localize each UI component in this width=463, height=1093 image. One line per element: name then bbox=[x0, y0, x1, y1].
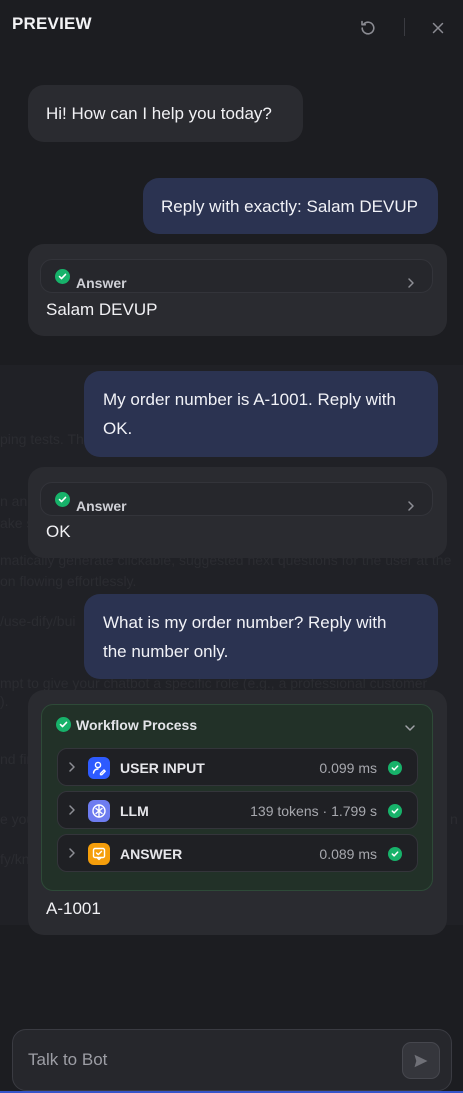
background-text: n bbox=[450, 811, 458, 827]
answer-status-bar[interactable]: Answer bbox=[40, 482, 433, 516]
chevron-right-icon bbox=[68, 803, 76, 821]
check-circle-icon bbox=[388, 761, 402, 775]
user-input-icon bbox=[88, 757, 110, 779]
background-text: on flowing effortlessly. bbox=[0, 573, 137, 589]
preview-header: PREVIEW bbox=[0, 0, 463, 56]
background-text: ). bbox=[0, 693, 9, 709]
bot-message: Answer OK bbox=[28, 467, 447, 558]
check-circle-icon bbox=[56, 717, 71, 732]
bot-message: Hi! How can I help you today? bbox=[28, 85, 303, 142]
answer-status-bar[interactable]: Answer bbox=[40, 259, 433, 293]
bot-message: Answer Salam DEVUP bbox=[28, 244, 447, 336]
chevron-down-icon[interactable] bbox=[404, 719, 416, 737]
page-title: PREVIEW bbox=[12, 14, 92, 33]
node-label: ANSWER bbox=[120, 846, 183, 862]
llm-icon bbox=[88, 800, 110, 822]
chevron-right-icon bbox=[407, 492, 415, 521]
chevron-right-icon bbox=[68, 760, 76, 778]
close-icon[interactable] bbox=[428, 18, 448, 38]
background-text: /use-dify/bui bbox=[0, 613, 76, 629]
chat-input-box bbox=[12, 1029, 452, 1091]
workflow-process-panel: Workflow Process USER INPUT 0.099 ms LLM… bbox=[41, 704, 433, 891]
send-button[interactable] bbox=[402, 1042, 440, 1079]
header-divider bbox=[404, 18, 405, 36]
send-icon bbox=[412, 1052, 430, 1070]
node-label: USER INPUT bbox=[120, 760, 205, 776]
chat-preview-panel: ping tests. Th n an ake s matically gene… bbox=[0, 0, 463, 1093]
message-text: Hi! How can I help you today? bbox=[46, 104, 272, 123]
node-duration: 139 tokens · 1.799 s bbox=[250, 803, 377, 819]
node-duration: 0.099 ms bbox=[319, 760, 377, 776]
chevron-right-icon bbox=[68, 846, 76, 864]
background-text: ping tests. Th bbox=[0, 431, 84, 447]
check-circle-icon bbox=[388, 804, 402, 818]
message-text: Reply with exactly: Salam DEVUP bbox=[161, 197, 418, 216]
message-text: A-1001 bbox=[46, 899, 101, 918]
background-text: fy/kn bbox=[0, 851, 30, 867]
check-circle-icon bbox=[388, 847, 402, 861]
workflow-node-user-input[interactable]: USER INPUT 0.099 ms bbox=[57, 748, 418, 786]
refresh-icon[interactable] bbox=[358, 18, 378, 38]
check-circle-icon bbox=[55, 492, 70, 507]
user-message: Reply with exactly: Salam DEVUP bbox=[143, 178, 438, 234]
message-text-line: OK. bbox=[103, 419, 133, 438]
message-text: Salam DEVUP bbox=[46, 300, 158, 319]
message-text-line: What is my order number? Reply with bbox=[103, 613, 387, 632]
background-text: n an bbox=[0, 493, 28, 509]
node-duration: 0.089 ms bbox=[319, 846, 377, 862]
message-text-line: My order number is A-1001. Reply with bbox=[103, 390, 396, 409]
node-label: LLM bbox=[120, 803, 149, 819]
check-circle-icon bbox=[55, 269, 70, 284]
chevron-right-icon bbox=[407, 269, 415, 298]
answer-label: Answer bbox=[76, 498, 127, 514]
user-message: My order number is A-1001. Reply with OK… bbox=[84, 371, 438, 457]
message-text-line: the number only. bbox=[103, 642, 229, 661]
user-message: What is my order number? Reply with the … bbox=[84, 594, 438, 679]
answer-icon bbox=[88, 843, 110, 865]
workflow-node-answer[interactable]: ANSWER 0.089 ms bbox=[57, 834, 418, 872]
workflow-title: Workflow Process bbox=[76, 717, 198, 733]
message-text: OK bbox=[46, 522, 71, 541]
answer-label: Answer bbox=[76, 275, 127, 291]
chat-input[interactable] bbox=[28, 1047, 388, 1073]
workflow-node-llm[interactable]: LLM 139 tokens · 1.799 s bbox=[57, 791, 418, 829]
